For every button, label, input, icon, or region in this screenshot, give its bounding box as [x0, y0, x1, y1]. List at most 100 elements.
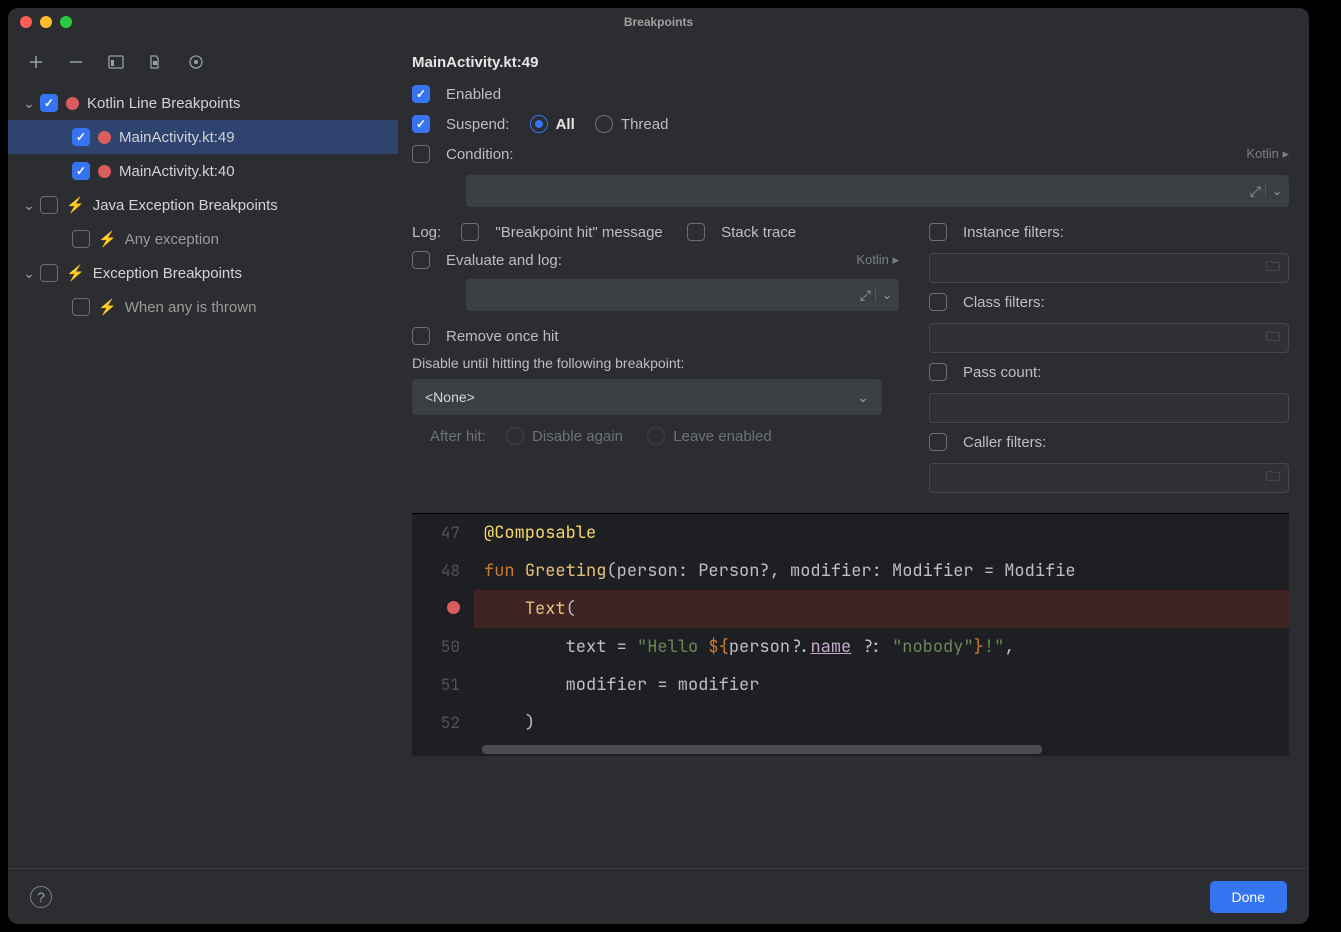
condition-lang-label: Kotlin: [1246, 146, 1279, 161]
suspend-label: Suspend:: [446, 116, 509, 133]
horizontal-scrollbar[interactable]: [412, 742, 1289, 756]
condition-checkbox[interactable]: [412, 145, 430, 163]
eval-lang[interactable]: Kotlin ▸: [856, 252, 899, 268]
tree-item-mainactivity-49[interactable]: MainActivity.kt:49: [8, 120, 398, 154]
caller-filters-label: Caller filters:: [963, 434, 1046, 451]
breakpoint-icon[interactable]: [447, 601, 460, 614]
item-label: MainActivity.kt:49: [119, 129, 235, 146]
instance-filters-input[interactable]: 🗀: [929, 253, 1289, 283]
gutter[interactable]: [412, 590, 474, 628]
bolt-icon: ⚡: [66, 264, 85, 282]
tree-item-when-any-thrown[interactable]: ⚡ When any is thrown: [8, 290, 398, 324]
tree-group-kotlin-line[interactable]: ⌄ Kotlin Line Breakpoints: [8, 86, 398, 120]
tree-item-any-exception[interactable]: ⚡ Any exception: [8, 222, 398, 256]
suspend-all-radio[interactable]: [530, 115, 548, 133]
group-label: Kotlin Line Breakpoints: [87, 95, 240, 112]
breakpoints-sidebar: ⌄ Kotlin Line Breakpoints MainActivity.k…: [8, 36, 398, 868]
titlebar: Breakpoints: [8, 8, 1309, 36]
item-checkbox[interactable]: [72, 298, 90, 316]
condition-label: Condition:: [446, 146, 514, 163]
breakpoint-icon: [98, 165, 111, 178]
folder-icon[interactable]: 🗀: [1266, 326, 1280, 350]
code-text: modifier = modifier: [474, 666, 759, 704]
tree-item-mainactivity-40[interactable]: MainActivity.kt:40: [8, 154, 398, 188]
caller-filters-checkbox[interactable]: [929, 433, 947, 451]
gutter[interactable]: 47: [412, 514, 474, 552]
caller-filters-input[interactable]: 🗀: [929, 463, 1289, 493]
bolt-icon: ⚡: [98, 298, 117, 316]
chevron-down-icon[interactable]: ⌄: [18, 265, 40, 282]
group-package-icon: [108, 55, 124, 69]
gutter[interactable]: 48: [412, 552, 474, 590]
log-bp-hit-checkbox[interactable]: [461, 223, 479, 241]
breakpoint-detail-panel: MainActivity.kt:49 Enabled Suspend: All …: [398, 36, 1309, 868]
gutter[interactable]: 50: [412, 628, 474, 666]
remove-breakpoint-button[interactable]: [66, 52, 86, 72]
instance-filters-checkbox[interactable]: [929, 223, 947, 241]
log-stack-checkbox[interactable]: [687, 223, 705, 241]
plus-icon: [28, 54, 44, 70]
group-by-class-button[interactable]: [186, 52, 206, 72]
eval-log-label: Evaluate and log:: [446, 252, 562, 269]
group-checkbox[interactable]: [40, 196, 58, 214]
pass-count-checkbox[interactable]: [929, 363, 947, 381]
breakpoint-icon: [66, 97, 79, 110]
minus-icon: [68, 54, 84, 70]
folder-icon[interactable]: 🗀: [1266, 466, 1280, 490]
folder-icon[interactable]: 🗀: [1266, 256, 1280, 280]
group-by-package-button[interactable]: [106, 52, 126, 72]
group-checkbox[interactable]: [40, 264, 58, 282]
code-line: 52 ): [412, 704, 1289, 742]
log-bp-hit-label: "Breakpoint hit" message: [495, 224, 662, 241]
item-label: Any exception: [125, 231, 219, 248]
class-filters-label: Class filters:: [963, 294, 1045, 311]
detail-title: MainActivity.kt:49: [412, 54, 1289, 71]
expand-icon[interactable]: ⤢: [1250, 183, 1261, 200]
disable-until-select[interactable]: <None> ⌄: [412, 379, 882, 415]
suspend-checkbox[interactable]: [412, 115, 430, 133]
log-label: Log:: [412, 224, 441, 241]
help-button[interactable]: ?: [30, 886, 52, 908]
remove-once-label: Remove once hit: [446, 328, 559, 345]
group-by-file-button[interactable]: [146, 52, 166, 72]
condition-lang[interactable]: Kotlin ▸: [1246, 146, 1289, 162]
after-hit-leave-radio: [647, 427, 665, 445]
log-stack-label: Stack trace: [721, 224, 796, 241]
chevron-down-icon[interactable]: ⌄: [18, 197, 40, 214]
expand-icon[interactable]: ⤢: [860, 287, 871, 304]
class-filters-checkbox[interactable]: [929, 293, 947, 311]
code-text: fun Greeting(person: Person?, modifier: …: [474, 552, 1076, 590]
suspend-thread-radio[interactable]: [595, 115, 613, 133]
breakpoints-tree[interactable]: ⌄ Kotlin Line Breakpoints MainActivity.k…: [8, 86, 398, 868]
pass-count-input[interactable]: [929, 393, 1289, 423]
code-text: text = "Hello ${person?.name ?: "nobody"…: [474, 628, 1014, 666]
remove-once-checkbox[interactable]: [412, 327, 430, 345]
item-checkbox[interactable]: [72, 230, 90, 248]
tree-group-exception[interactable]: ⌄ ⚡ Exception Breakpoints: [8, 256, 398, 290]
group-checkbox[interactable]: [40, 94, 58, 112]
add-breakpoint-button[interactable]: [26, 52, 46, 72]
eval-log-input[interactable]: ⤢ ⌄: [466, 279, 899, 311]
scrollbar-thumb[interactable]: [482, 745, 1042, 754]
class-filters-input[interactable]: 🗀: [929, 323, 1289, 353]
code-line: 47@Composable: [412, 514, 1289, 552]
gutter[interactable]: 51: [412, 666, 474, 704]
breakpoint-icon: [98, 131, 111, 144]
chevron-down-icon: ⌄: [857, 389, 869, 406]
pass-count-label: Pass count:: [963, 364, 1041, 381]
tree-group-java-exception[interactable]: ⌄ ⚡ Java Exception Breakpoints: [8, 188, 398, 222]
eval-log-checkbox[interactable]: [412, 251, 430, 269]
chevron-down-icon[interactable]: ⌄: [875, 288, 892, 302]
gutter[interactable]: 52: [412, 704, 474, 742]
item-checkbox[interactable]: [72, 128, 90, 146]
done-button[interactable]: Done: [1210, 881, 1287, 913]
suspend-all-label: All: [556, 116, 575, 133]
item-checkbox[interactable]: [72, 162, 90, 180]
group-label: Exception Breakpoints: [93, 265, 242, 282]
group-file-icon: [148, 55, 164, 69]
chevron-down-icon[interactable]: ⌄: [1265, 184, 1282, 198]
chevron-down-icon[interactable]: ⌄: [18, 95, 40, 112]
dialog-footer: ? Done: [8, 868, 1309, 924]
enabled-checkbox[interactable]: [412, 85, 430, 103]
condition-input[interactable]: ⤢ ⌄: [466, 175, 1289, 207]
